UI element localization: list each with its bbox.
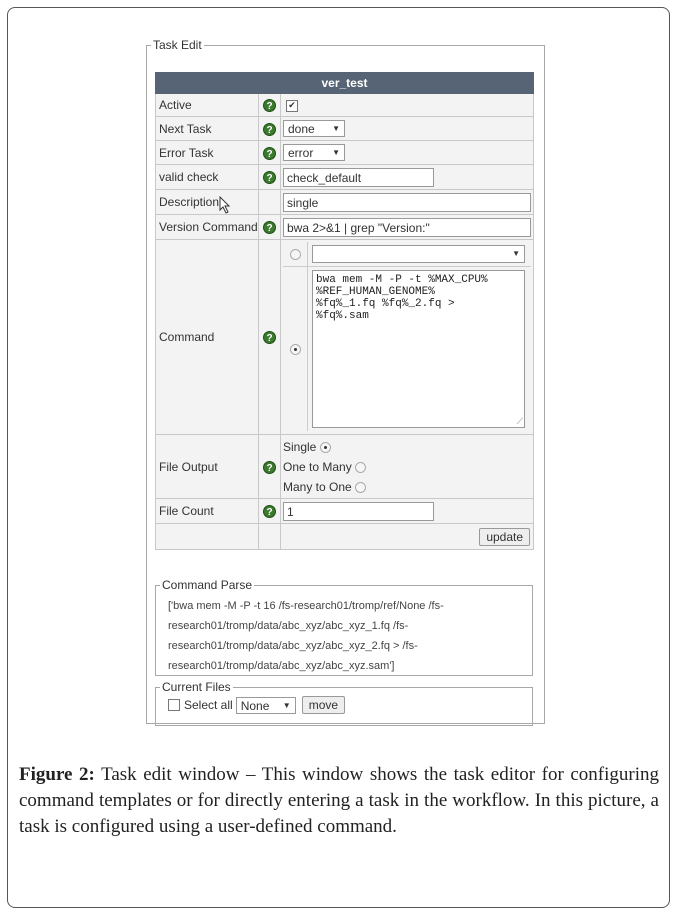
file-count-label: File Count <box>155 498 259 524</box>
task-edit-legend: Task Edit <box>153 38 202 52</box>
radio-icon[interactable] <box>355 461 367 473</box>
file-output-label: File Output <box>155 434 259 499</box>
mouse-cursor-icon <box>219 196 231 214</box>
valid-check-input[interactable]: check_default <box>283 167 434 187</box>
chevron-down-icon: ▼ <box>512 249 520 258</box>
resize-handle-icon[interactable]: ⟋ <box>517 416 523 427</box>
command-parse-legend: Command Parse <box>162 578 253 592</box>
help-icon[interactable]: ? <box>263 171 276 184</box>
file-output-option-one-to-many[interactable]: One to Many <box>283 457 533 477</box>
task-edit-panel: Task Edit ver_test Active ? ✔ Next Task … <box>146 38 545 726</box>
valid-check-label: valid check <box>155 164 259 190</box>
command-label: Command <box>155 239 259 435</box>
move-button[interactable]: move <box>301 696 346 714</box>
help-icon[interactable]: ? <box>263 331 276 344</box>
file-count-input[interactable]: 1 <box>283 501 434 521</box>
description-label: Description <box>155 189 259 215</box>
description-input[interactable]: single <box>283 192 531 212</box>
help-icon[interactable]: ? <box>263 221 276 234</box>
current-files-legend: Current Files <box>162 680 231 694</box>
figure-caption: Figure 2: Task edit window – This window… <box>19 762 659 840</box>
next-task-label: Next Task <box>155 116 259 141</box>
help-icon[interactable]: ? <box>263 505 276 518</box>
version-command-label: Version Command <box>155 214 259 240</box>
command-parse-panel: Command Parse ['bwa mem -M -P -t 16 /fs-… <box>155 578 533 676</box>
error-task-label: Error Task <box>155 140 259 165</box>
task-name-header: ver_test <box>154 72 535 94</box>
command-text: bwa mem -M -P -t %MAX_CPU% %REF_HUMAN_GE… <box>316 274 488 322</box>
figure-caption-text: Task edit window – This window shows the… <box>19 764 659 837</box>
command-template-select[interactable]: ▼ <box>312 245 525 263</box>
select-all-label: Select all <box>184 698 233 712</box>
file-output-option-single[interactable]: Single <box>283 437 533 457</box>
command-textarea[interactable]: bwa mem -M -P -t %MAX_CPU% %REF_HUMAN_GE… <box>312 270 525 428</box>
command-template-radio[interactable] <box>289 248 301 260</box>
task-edit-table: ver_test Active ? ✔ Next Task ? done ▼ Er… <box>154 72 535 550</box>
chevron-down-icon: ▼ <box>282 700 291 710</box>
help-icon[interactable]: ? <box>263 122 276 136</box>
update-button[interactable]: update <box>479 527 531 546</box>
chevron-down-icon: ▼ <box>332 124 340 133</box>
current-files-select[interactable]: None ▼ <box>235 696 296 714</box>
next-task-select[interactable]: done ▼ <box>283 120 345 137</box>
error-task-select[interactable]: error ▼ <box>283 144 345 161</box>
chevron-down-icon: ▼ <box>332 148 340 157</box>
help-icon[interactable]: ? <box>263 99 276 112</box>
help-icon[interactable]: ? <box>263 460 276 474</box>
active-label: Active <box>155 93 259 117</box>
current-files-panel: Current Files Select all None ▼ move <box>155 680 533 726</box>
figure-label: Figure 2: <box>19 764 95 785</box>
active-checkbox[interactable]: ✔ <box>286 99 298 112</box>
version-command-input[interactable]: bwa 2>&1 | grep "Version:" <box>283 217 531 237</box>
file-output-option-many-to-one[interactable]: Many to One <box>283 477 533 497</box>
radio-icon[interactable] <box>319 441 331 453</box>
command-parse-output: ['bwa mem -M -P -t 16 /fs-research01/tro… <box>168 600 444 672</box>
command-custom-radio[interactable] <box>289 343 301 355</box>
help-icon[interactable]: ? <box>263 146 276 160</box>
radio-icon[interactable] <box>355 481 367 493</box>
select-all-checkbox[interactable] <box>168 699 180 711</box>
